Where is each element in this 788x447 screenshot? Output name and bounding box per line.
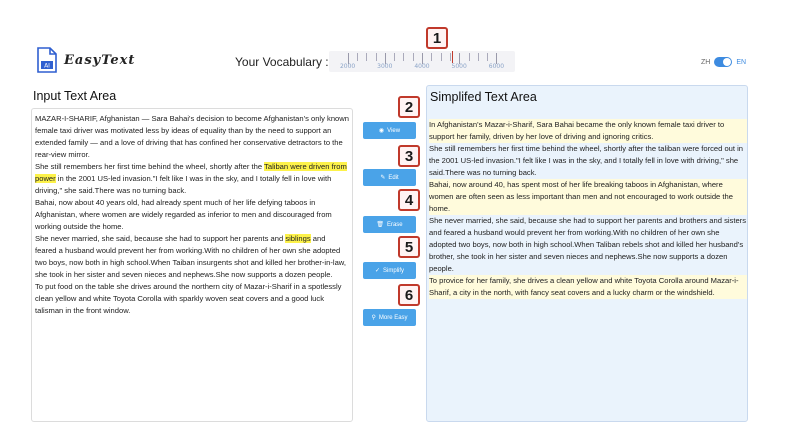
input-title: Input Text Area xyxy=(33,89,117,103)
search-icon: ⚲ xyxy=(371,315,376,321)
input-paragraph: Bahai, now about 40 years old, had alrea… xyxy=(35,197,349,233)
document-ai-icon: AI xyxy=(36,47,58,73)
simplify-button[interactable]: ✓ Simplify xyxy=(363,262,416,279)
vocabulary-tick xyxy=(412,53,414,61)
vocabulary-tick-label: 5000 xyxy=(451,63,467,70)
lang-zh-label: ZH xyxy=(701,58,711,66)
vocabulary-tick-label: 3000 xyxy=(377,63,393,70)
vocabulary-tick xyxy=(394,53,396,61)
output-title: Simplifed Text Area xyxy=(430,90,537,104)
paragraph-text: in the 2001 US-led invasion."I felt like… xyxy=(35,174,332,195)
annotation-badge-6: 6 xyxy=(398,284,420,306)
more-easy-button[interactable]: ⚲ More Easy xyxy=(363,309,416,326)
vocabulary-label: Your Vocabulary : xyxy=(235,55,329,69)
more-easy-button-label: More Easy xyxy=(378,314,408,321)
annotation-badge-1: 1 xyxy=(426,27,448,49)
simplified-paragraph: To provice for her family, she drives a … xyxy=(429,275,747,299)
input-text-area[interactable]: MAZAR-I-SHARIF, Afghanistan — Sara Bahai… xyxy=(31,108,353,422)
simplified-text-area[interactable]: In Afghanistan's Mazar-i-Sharif, Sara Ba… xyxy=(429,115,747,303)
input-paragraph: MAZAR-I-SHARIF, Afghanistan — Sara Bahai… xyxy=(35,113,349,161)
view-button-label: View xyxy=(387,127,401,134)
annotation-badge-2: 2 xyxy=(398,96,420,118)
paragraph-text: To put food on the table she drives arou… xyxy=(35,282,342,315)
vocabulary-tick xyxy=(477,53,479,61)
vocabulary-slider[interactable]: 2000 3000 4000 5000 6000 xyxy=(329,51,515,72)
vocabulary-tick xyxy=(449,53,451,61)
svg-text:AI: AI xyxy=(44,63,50,70)
paragraph-text: She still remembers her first time behin… xyxy=(35,162,265,171)
vocabulary-tick-label: 4000 xyxy=(414,63,430,70)
annotation-badge-3: 3 xyxy=(398,145,420,167)
simplify-button-label: Simplify xyxy=(383,267,405,274)
language-switch[interactable]: ZH EN xyxy=(701,57,746,67)
app-name: EasyText xyxy=(64,52,136,68)
app-logo: AI EasyText xyxy=(36,47,135,73)
vocabulary-tick xyxy=(356,53,358,61)
vocabulary-tick-label: 2000 xyxy=(339,63,356,70)
output-panel: Simplifed Text Area In Afghanistan's Maz… xyxy=(426,85,748,422)
language-toggle[interactable] xyxy=(714,57,733,67)
simplified-paragraph: She never married, she said, because she… xyxy=(429,216,747,273)
erase-button-label: Erase xyxy=(386,221,403,228)
edit-icon: ✎ xyxy=(380,175,386,181)
difficult-phrase-highlight[interactable]: siblings xyxy=(285,234,311,243)
input-paragraph: She never married, she said, because she… xyxy=(35,233,349,281)
simplified-paragraph: She still remembers her first time behin… xyxy=(429,144,744,177)
erase-button[interactable]: 🗑 Erase xyxy=(363,216,416,233)
view-button[interactable]: ◉ View xyxy=(363,122,416,139)
edit-button[interactable]: ✎ Edit xyxy=(363,169,416,186)
eye-icon: ◉ xyxy=(378,128,385,134)
trash-icon: 🗑 xyxy=(376,222,384,228)
vocabulary-level-marker[interactable] xyxy=(451,51,453,63)
paragraph-text: MAZAR-I-SHARIF, Afghanistan — Sara Bahai… xyxy=(35,114,349,159)
vocabulary-tick xyxy=(403,53,405,61)
vocabulary-tick xyxy=(375,53,377,61)
annotation-badge-4: 4 xyxy=(398,189,420,211)
vocabulary-tick xyxy=(431,53,433,61)
annotation-badge-5: 5 xyxy=(398,236,420,258)
paragraph-text: She never married, she said, because she… xyxy=(35,234,286,243)
edit-button-label: Edit xyxy=(388,174,399,181)
vocabulary-tick xyxy=(468,53,470,61)
input-paragraph: To put food on the table she drives arou… xyxy=(35,281,349,317)
simplified-paragraph: In Afghanistan's Mazar-i-Sharif, Sara Ba… xyxy=(429,119,747,143)
lang-en-label: EN xyxy=(736,58,747,66)
simplified-paragraph: Bahai, now around 40, has spent most of … xyxy=(429,179,747,215)
vocabulary-tick xyxy=(366,53,368,61)
vocabulary-tick-label: 6000 xyxy=(488,63,505,70)
check-icon: ✓ xyxy=(374,268,380,274)
vocabulary-tick xyxy=(487,53,489,61)
vocabulary-tick xyxy=(440,53,442,61)
input-paragraph: She still remembers her first time behin… xyxy=(35,161,349,197)
paragraph-text: Bahai, now about 40 years old, had alrea… xyxy=(35,198,332,231)
